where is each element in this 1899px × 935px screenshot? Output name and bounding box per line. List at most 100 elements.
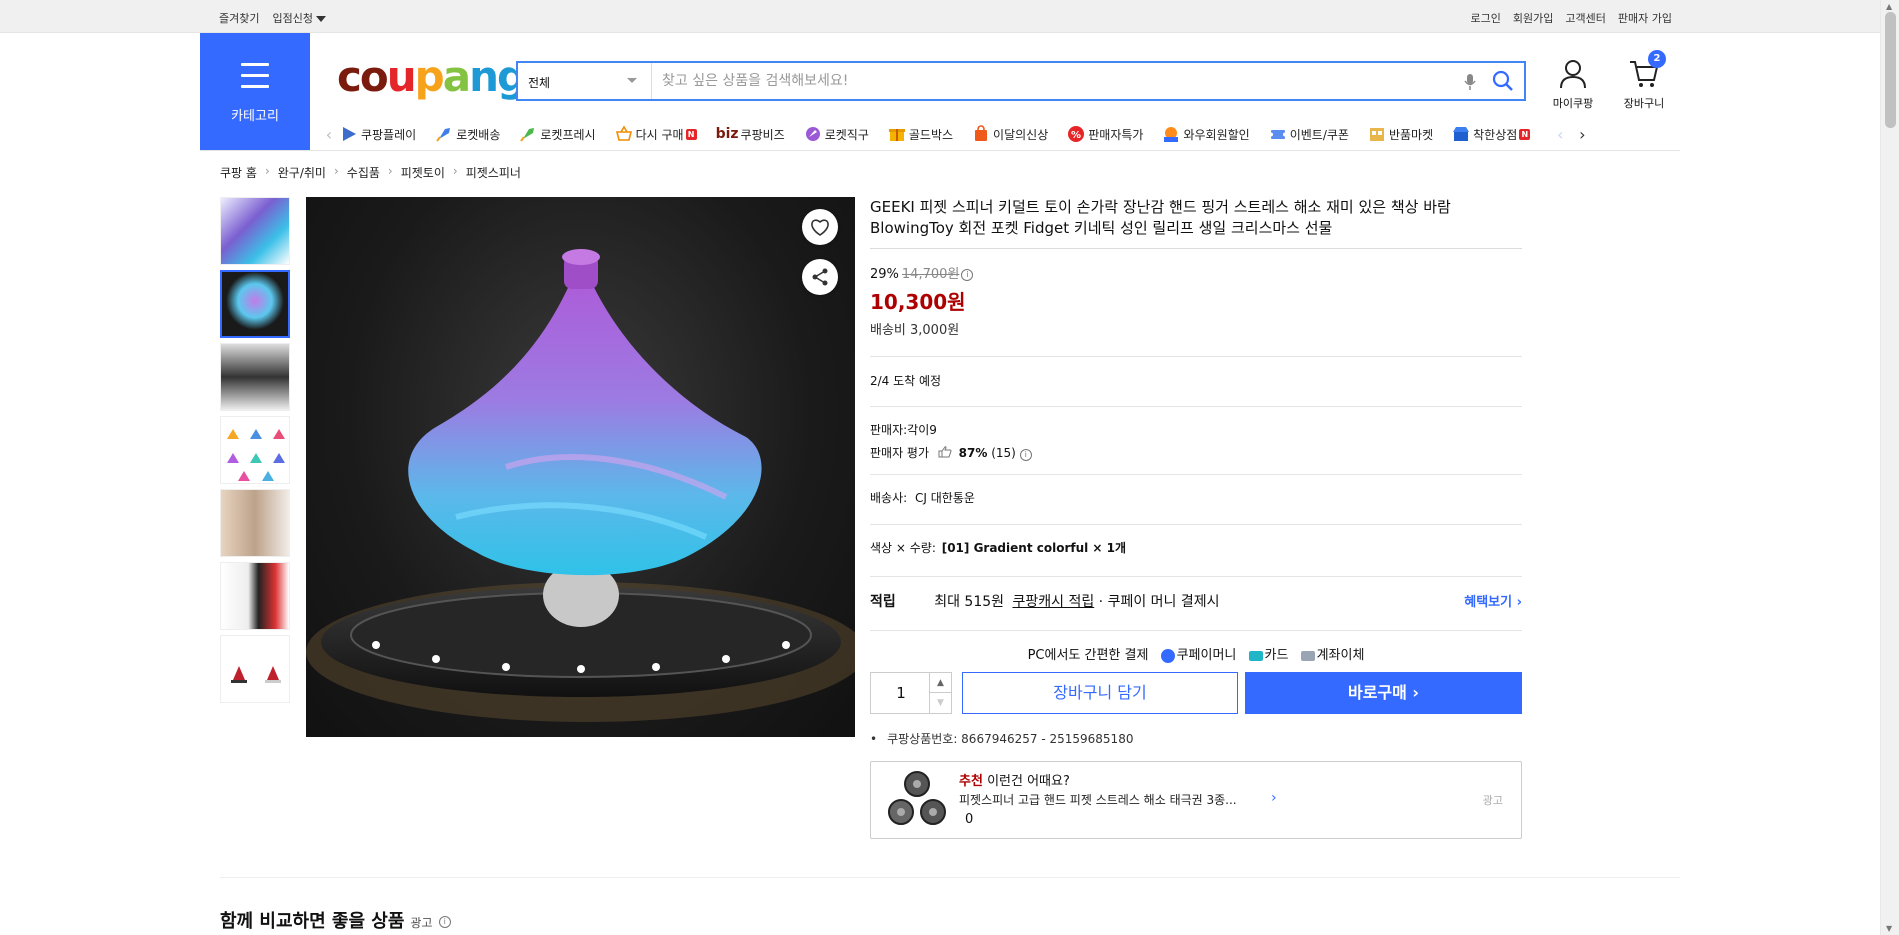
seller-name[interactable]: 각이9 bbox=[907, 423, 937, 437]
main-product-image[interactable] bbox=[306, 197, 855, 737]
bank-icon bbox=[1300, 650, 1315, 661]
search-icon[interactable] bbox=[1492, 70, 1514, 95]
new-badge: N bbox=[1519, 128, 1531, 140]
category-label: 카테고리 bbox=[231, 109, 279, 124]
nav-item-event-coupon[interactable]: 이벤트/쿠폰 bbox=[1268, 125, 1349, 143]
product-info-panel: GEEKI 피젯 스피너 키덜트 토이 손가락 장난감 핸드 핑거 스트레스 해… bbox=[870, 197, 1522, 839]
coupang-logo[interactable]: coupang bbox=[337, 53, 527, 101]
market-icon bbox=[1369, 128, 1384, 141]
purchase-row: 1 ▲ ▼ 장바구니 담기 바로구매 › bbox=[870, 672, 1522, 716]
nav-item-seller-deal[interactable]: % 판매자특가 bbox=[1067, 125, 1143, 143]
share-button[interactable] bbox=[802, 259, 838, 295]
nav-item-return-market[interactable]: 반품마켓 bbox=[1368, 125, 1433, 143]
cart-button[interactable]: 2 장바구니 bbox=[1614, 50, 1674, 111]
seller-rating-label: 판매자 평가 bbox=[870, 446, 930, 460]
breadcrumb-item[interactable]: 완구/취미 bbox=[278, 164, 326, 181]
hamburger-icon bbox=[241, 63, 269, 96]
info-icon[interactable]: i bbox=[961, 268, 974, 281]
thumbnail-image[interactable] bbox=[220, 635, 290, 703]
quantity-input[interactable]: 1 bbox=[871, 673, 931, 713]
login-link[interactable]: 로그인 bbox=[1471, 10, 1501, 26]
breadcrumb-item[interactable]: 수집품 bbox=[347, 164, 380, 181]
payment-method: 카드 bbox=[1264, 648, 1289, 663]
nav-item-good-store[interactable]: 착한상점 N bbox=[1452, 125, 1531, 143]
product-title: GEEKI 피젯 스피너 키덜트 토이 손가락 장난감 핸드 핑거 스트레스 해… bbox=[870, 197, 1522, 249]
scrollbar-thumb[interactable] bbox=[1885, 12, 1896, 128]
nav-item-wow-discount[interactable]: 와우회원할인 bbox=[1162, 125, 1250, 143]
thumbnail-image[interactable] bbox=[220, 197, 290, 265]
shopping-bag-icon bbox=[975, 125, 988, 141]
nav-item-new-arrivals[interactable]: 이달의신상 bbox=[972, 125, 1048, 143]
recommended-product-image bbox=[888, 771, 946, 825]
seller-section: 판매자:각이9 판매자 평가 87% (15) i bbox=[870, 406, 1522, 474]
thumbnail-image-selected[interactable] bbox=[220, 270, 290, 338]
nav-item-coupang-play[interactable]: 쿠팡플레이 bbox=[340, 125, 416, 143]
search-category-select[interactable]: 전체 bbox=[518, 63, 652, 99]
percent-icon: % bbox=[1068, 126, 1085, 142]
breadcrumb: 쿠팡 홈 › 완구/취미 › 수집품 › 피젯토이 › 피젯스피너 bbox=[220, 164, 521, 181]
nav-item-buy-again[interactable]: 다시 구매 N bbox=[615, 125, 697, 143]
info-icon[interactable]: i bbox=[1019, 449, 1032, 461]
microphone-icon[interactable] bbox=[1464, 73, 1476, 94]
breadcrumb-separator-icon: › bbox=[452, 164, 458, 178]
benefit-link[interactable]: 혜택보기 › bbox=[1464, 591, 1522, 610]
nav-item-gold-box[interactable]: 골드박스 bbox=[888, 125, 953, 143]
my-coupang-button[interactable]: 마이쿠팡 bbox=[1543, 58, 1603, 111]
payment-method: 쿠페이머니 bbox=[1176, 648, 1237, 663]
breadcrumb-item[interactable]: 피젯스피너 bbox=[466, 164, 521, 181]
thumbnail-image[interactable] bbox=[220, 343, 290, 411]
reward-section: 적립 최대 515원 쿠팡캐시 적립 · 쿠페이 머니 결제시 혜택보기 › bbox=[870, 576, 1522, 630]
thumbnail-image[interactable] bbox=[220, 416, 290, 484]
arrival-estimate: 2/4 도착 예정 bbox=[870, 356, 1522, 406]
card-icon bbox=[1248, 650, 1263, 661]
gift-box-icon bbox=[888, 129, 905, 141]
svg-text:%: % bbox=[1071, 130, 1081, 141]
recommendation-heading: 추천 이런건 어때요? bbox=[959, 774, 1070, 789]
reward-cash-link[interactable]: 쿠팡캐시 적립 bbox=[1012, 594, 1094, 610]
breadcrumb-item[interactable]: 피젯토이 bbox=[401, 164, 445, 181]
chevron-up-icon[interactable]: ▲ bbox=[929, 673, 951, 693]
courier-name: CJ 대한통운 bbox=[915, 491, 975, 505]
globe-rocket-icon bbox=[805, 127, 820, 141]
thumbnail-image[interactable] bbox=[220, 489, 290, 557]
chevron-right-icon[interactable]: › bbox=[1571, 125, 1593, 144]
nav-item-coupang-biz[interactable]: biz 쿠팡비즈 bbox=[716, 126, 785, 143]
courier-section: 배송사: CJ 대한통운 bbox=[870, 474, 1522, 524]
thumbnail-image[interactable] bbox=[220, 562, 290, 630]
scroll-up-icon[interactable]: ▲ bbox=[1886, 2, 1892, 11]
basket-icon bbox=[615, 125, 632, 141]
search-input[interactable] bbox=[662, 69, 1442, 93]
my-coupang-label: 마이쿠팡 bbox=[1552, 97, 1594, 110]
apply-seller-link[interactable]: 입점신청 bbox=[272, 10, 326, 26]
scroll-down-icon[interactable]: ▼ bbox=[1886, 924, 1892, 933]
add-to-cart-button[interactable]: 장바구니 담기 bbox=[962, 672, 1238, 714]
chevron-down-icon[interactable]: ▼ bbox=[929, 693, 951, 713]
chevron-left-icon[interactable]: ‹ bbox=[318, 125, 340, 144]
signup-link[interactable]: 회원가입 bbox=[1513, 10, 1553, 26]
wishlist-heart-button[interactable] bbox=[802, 209, 838, 245]
new-badge: N bbox=[685, 128, 697, 140]
top-utility-bar: 즐겨찾기 입점신청 로그인 회원가입 고객센터 판매자 가입 bbox=[0, 0, 1880, 33]
ad-label: 광고 bbox=[1482, 794, 1503, 807]
chevron-down-icon bbox=[627, 78, 637, 83]
nav-item-rocket-global[interactable]: 로켓직구 bbox=[804, 125, 869, 143]
recommendation-ad-box[interactable]: 추천 이런건 어때요? 피젯스피너 고급 핸드 피젯 스트레스 해소 태극권 3… bbox=[870, 761, 1522, 839]
bookmark-link[interactable]: 즐겨찾기 bbox=[219, 10, 259, 26]
info-icon[interactable]: i bbox=[438, 916, 451, 928]
store-icon bbox=[1453, 127, 1470, 141]
support-link[interactable]: 고객센터 bbox=[1565, 10, 1605, 26]
nav-item-rocket-delivery[interactable]: 로켓배송 bbox=[435, 125, 500, 143]
page-scrollbar[interactable]: ▲ ▼ bbox=[1880, 0, 1899, 935]
seller-label: 판매자: bbox=[870, 423, 908, 437]
chevron-right-icon[interactable]: › bbox=[1271, 790, 1277, 806]
buy-now-button[interactable]: 바로구매 › bbox=[1245, 672, 1522, 714]
reward-max: 최대 515원 bbox=[934, 594, 1005, 610]
courier-label: 배송사: bbox=[870, 491, 908, 505]
category-menu-button[interactable]: 카테고리 bbox=[200, 33, 310, 150]
reward-label: 적립 bbox=[870, 594, 896, 610]
option-section: 색상 × 수량: [01] Gradient colorful × 1개 bbox=[870, 524, 1522, 576]
breadcrumb-item[interactable]: 쿠팡 홈 bbox=[220, 164, 257, 181]
nav-item-rocket-fresh[interactable]: 로켓프레시 bbox=[519, 125, 596, 143]
seller-signup-link[interactable]: 판매자 가입 bbox=[1618, 10, 1672, 26]
search-category-value: 전체 bbox=[528, 76, 551, 90]
